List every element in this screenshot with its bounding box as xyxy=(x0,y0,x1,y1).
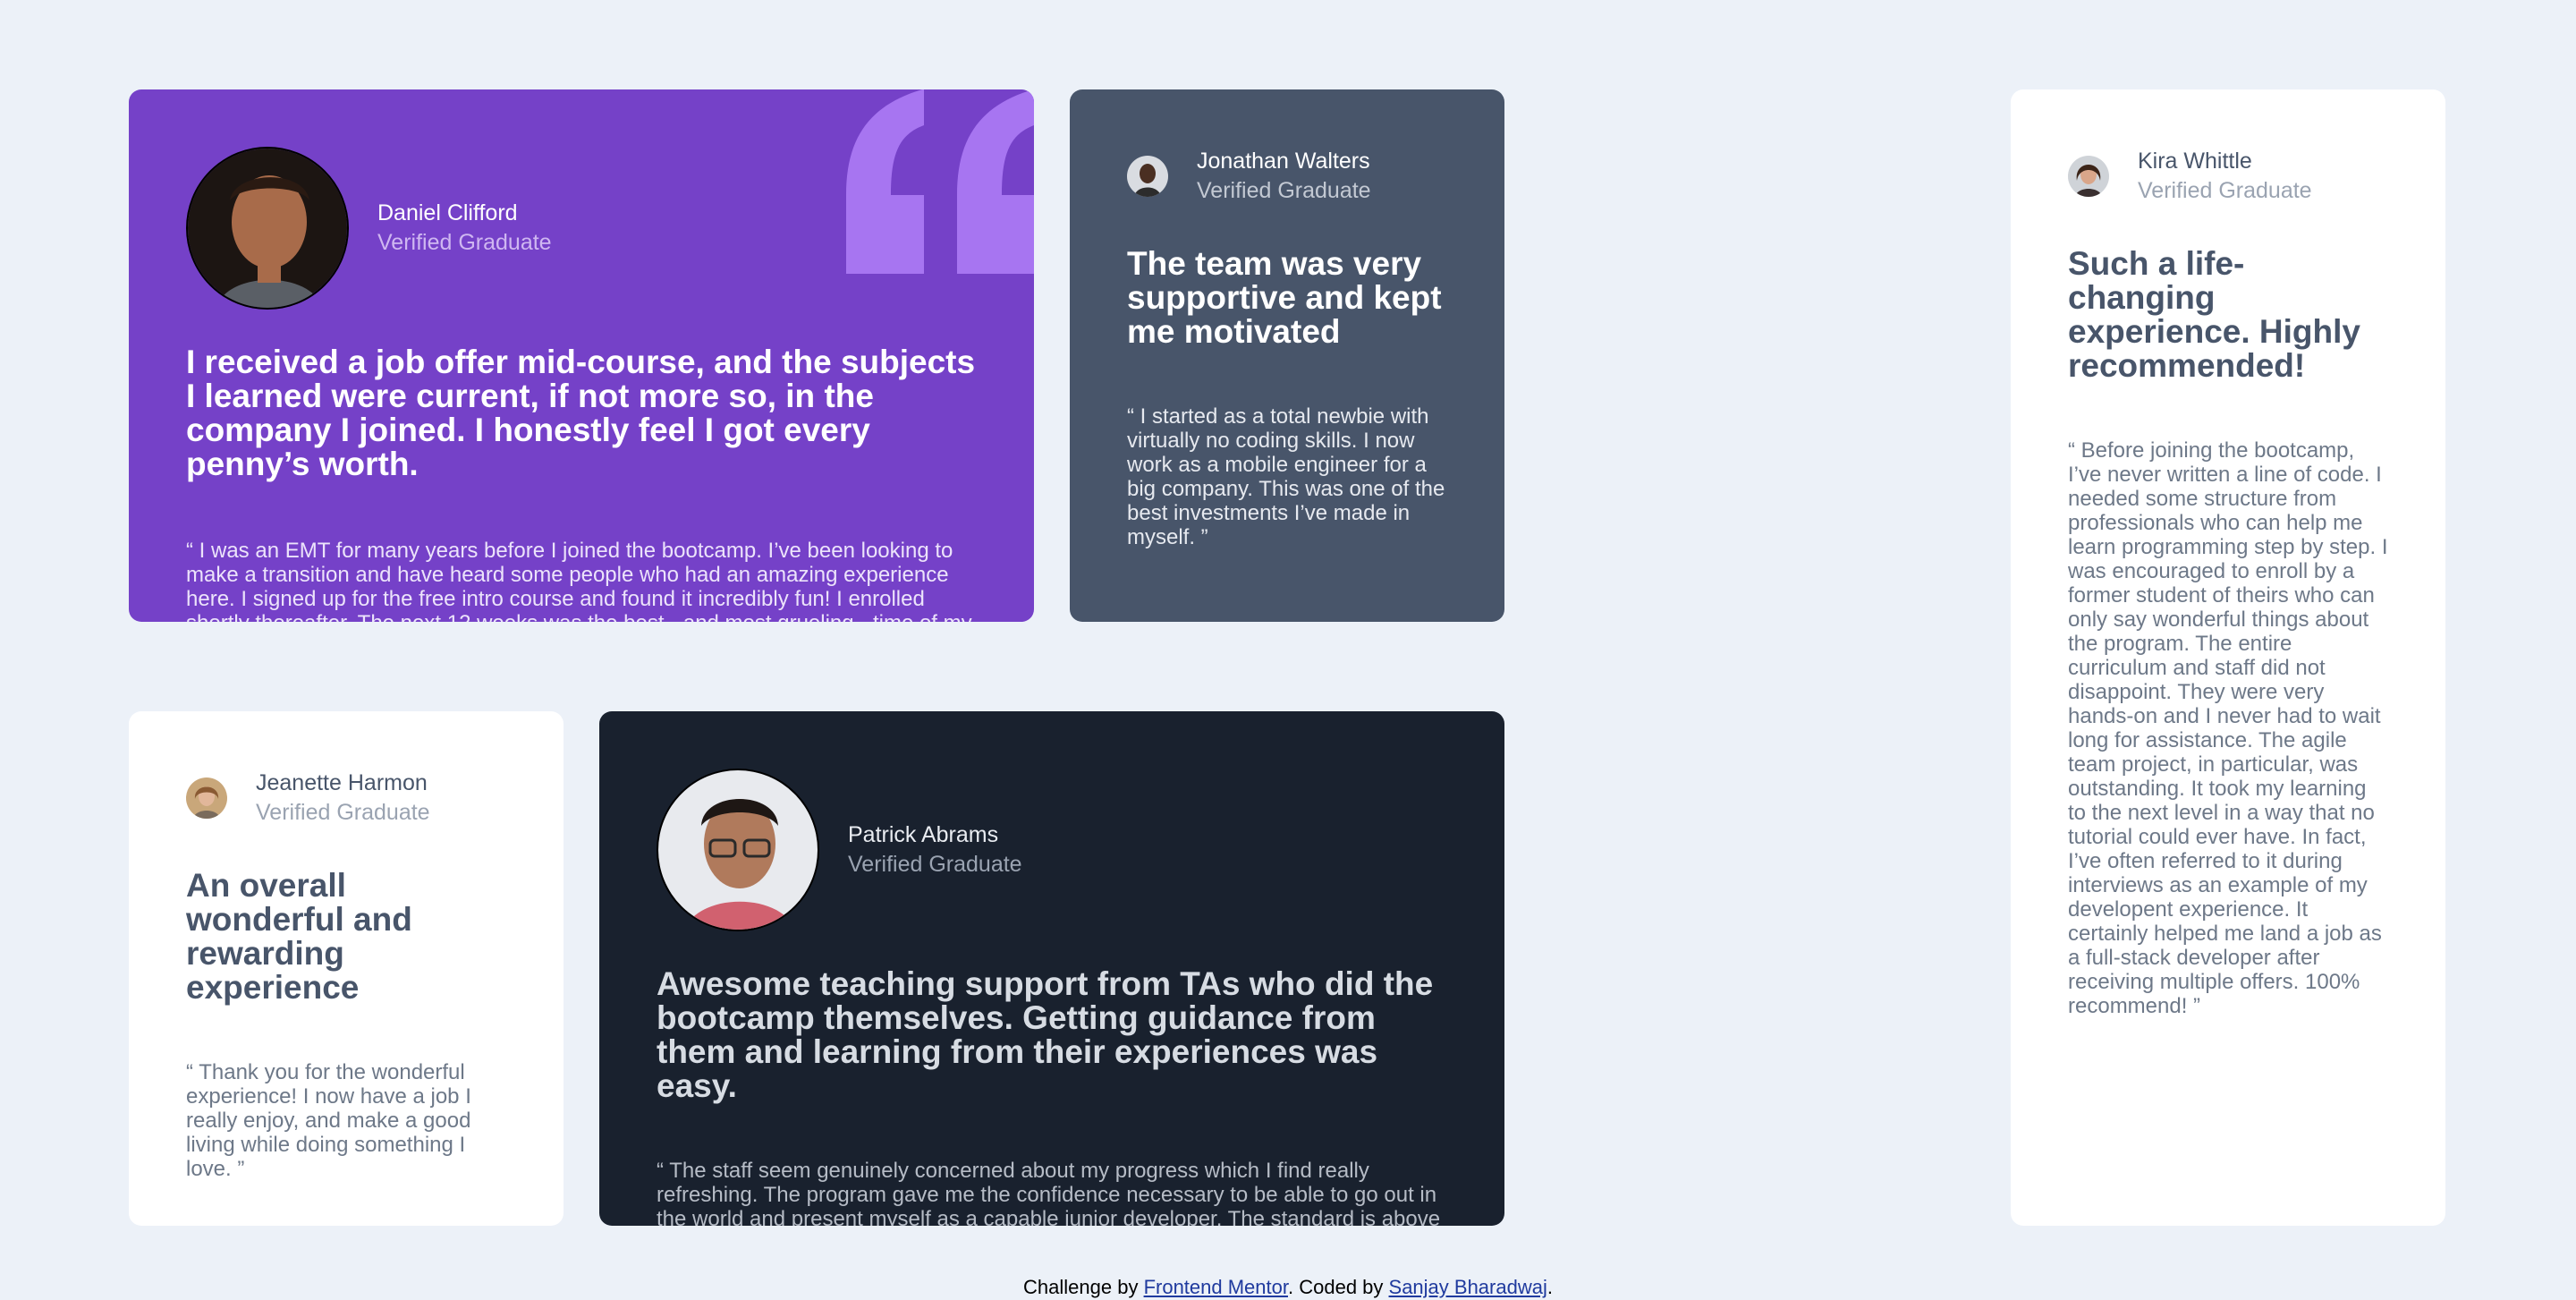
person-info: Kira Whittle Verified Graduate xyxy=(2138,147,2312,206)
person-info: Jonathan Walters Verified Graduate xyxy=(1197,147,1371,206)
testimonial-quote: “ The staff seem genuinely concerned abo… xyxy=(657,1159,1441,1226)
avatar xyxy=(657,769,819,931)
testimonial-card-jonathan: Jonathan Walters Verified Graduate The t… xyxy=(1070,89,1504,622)
testimonials-grid: Daniel Clifford Verified Graduate I rece… xyxy=(129,89,2447,1226)
person-role: Verified Graduate xyxy=(256,800,430,825)
testimonial-quote: “ Thank you for the wonderful experience… xyxy=(186,1060,471,1181)
person-info: Patrick Abrams Verified Graduate xyxy=(848,820,1022,879)
footer-middle: . Coded by xyxy=(1288,1276,1389,1298)
person-header: Daniel Clifford Verified Graduate xyxy=(186,147,977,310)
person-name: Daniel Clifford xyxy=(377,200,518,225)
testimonial-headline: An overall wonderful and rewarding exper… xyxy=(186,867,412,1006)
testimonial-headline: Such a life-changing experience. Highly … xyxy=(2068,245,2360,384)
testimonial-quote: “ I was an EMT for many years before I j… xyxy=(186,539,972,622)
person-info: Daniel Clifford Verified Graduate xyxy=(377,199,552,258)
testimonial-headline: Awesome teaching support from TAs who di… xyxy=(657,965,1434,1104)
testimonial-headline: The team was very supportive and kept me… xyxy=(1127,245,1442,350)
person-name: Kira Whittle xyxy=(2138,149,2252,174)
frontend-mentor-link[interactable]: Frontend Mentor xyxy=(1144,1276,1288,1298)
person-name: Jonathan Walters xyxy=(1197,149,1370,174)
person-role: Verified Graduate xyxy=(377,230,552,255)
person-role: Verified Graduate xyxy=(1197,178,1371,203)
avatar xyxy=(186,147,349,310)
person-name: Jeanette Harmon xyxy=(256,770,428,795)
person-header: Kira Whittle Verified Graduate xyxy=(2068,147,2388,206)
avatar xyxy=(2068,156,2109,197)
avatar xyxy=(186,777,227,819)
footer-suffix: . xyxy=(1546,1276,1553,1298)
person-role: Verified Graduate xyxy=(2138,178,2312,203)
testimonial-headline: I received a job offer mid-course, and t… xyxy=(186,344,976,482)
testimonial-card-daniel: Daniel Clifford Verified Graduate I rece… xyxy=(129,89,1034,622)
person-header: Jeanette Harmon Verified Graduate xyxy=(186,769,506,828)
testimonial-card-kira: Kira Whittle Verified Graduate Such a li… xyxy=(2011,89,2445,1226)
person-name: Patrick Abrams xyxy=(848,822,999,847)
footer-prefix: Challenge by xyxy=(1023,1276,1144,1298)
avatar xyxy=(1127,156,1168,197)
testimonial-quote: “ I started as a total newbie with virtu… xyxy=(1127,404,1445,549)
person-info: Jeanette Harmon Verified Graduate xyxy=(256,769,430,828)
testimonial-card-patrick: Patrick Abrams Verified Graduate Awesome… xyxy=(599,711,1504,1226)
person-header: Jonathan Walters Verified Graduate xyxy=(1127,147,1447,206)
attribution-footer: Challenge by Frontend Mentor. Coded by S… xyxy=(0,1276,2576,1299)
testimonial-quote: “ Before joining the bootcamp, I’ve neve… xyxy=(2068,438,2388,1018)
testimonial-card-jeanette: Jeanette Harmon Verified Graduate An ove… xyxy=(129,711,564,1226)
author-link[interactable]: Sanjay Bharadwaj xyxy=(1389,1276,1547,1298)
person-role: Verified Graduate xyxy=(848,852,1022,877)
person-header: Patrick Abrams Verified Graduate xyxy=(657,769,1447,931)
